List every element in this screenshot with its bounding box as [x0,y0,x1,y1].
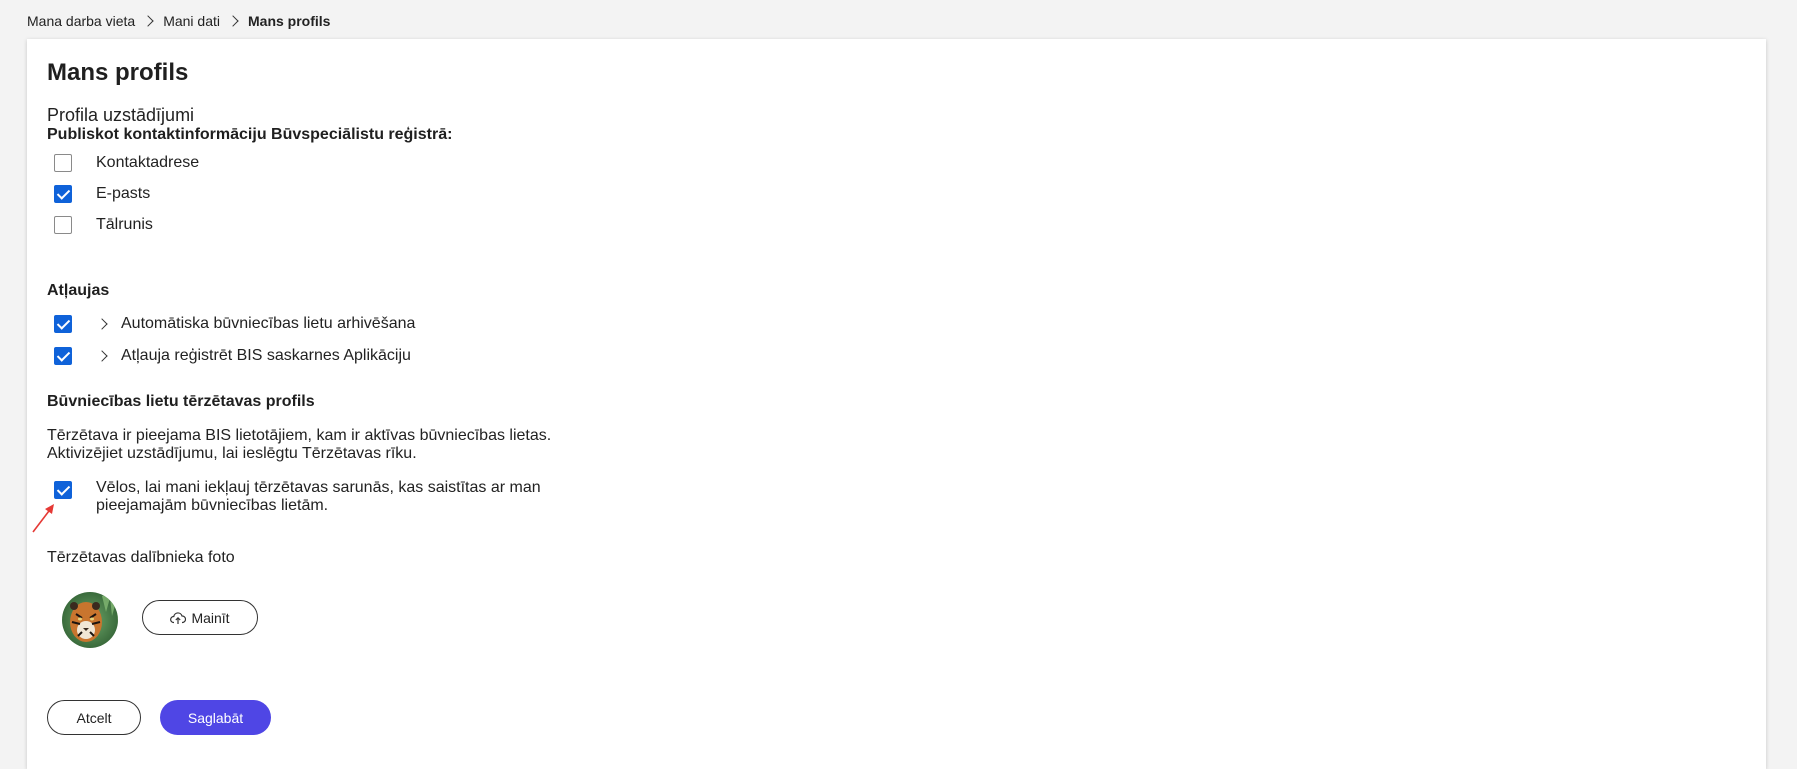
publish-section-heading: Publiskot kontaktinformāciju Būvspeciāli… [47,126,453,143]
chat-consent-label[interactable]: Vēlos, lai mani iekļauj tērzētavas sarun… [96,479,566,515]
breadcrumb-item-mana-darba-vieta[interactable]: Mana darba vieta [27,13,135,29]
contact-address-checkbox[interactable] [54,154,72,172]
chat-consent-row[interactable]: Vēlos, lai mani iekļauj tērzētavas sarun… [54,479,566,515]
red-arrow-icon [32,504,54,533]
breadcrumb: Mana darba vieta Mani dati Mans profils [27,10,330,32]
change-photo-label: Mainīt [191,609,230,626]
chevron-right-icon[interactable] [96,350,108,362]
archiving-checkbox[interactable] [54,315,72,333]
avatar [62,592,118,648]
bis-app-checkbox[interactable] [54,347,72,365]
permission-item-archiving[interactable]: Automātiska būvniecības lietu arhivēšana [54,315,415,333]
page-subtitle: Profila uzstādījumi [47,105,195,125]
bis-app-label[interactable]: Atļauja reģistrēt BIS saskarnes Aplikāci… [121,347,411,365]
contact-address-label[interactable]: Kontaktadrese [96,154,199,172]
publish-option-phone[interactable]: Tālrunis [54,216,153,234]
chat-consent-checkbox[interactable] [54,481,72,499]
phone-checkbox[interactable] [54,216,72,234]
page-title: Mans profils [47,59,189,86]
email-checkbox[interactable] [54,185,72,203]
cloud-upload-icon [170,611,187,624]
chat-info-line-1: Tērzētava ir pieejama BIS lietotājiem, k… [47,427,552,444]
save-button[interactable]: Saglabāt [160,700,271,735]
change-photo-button[interactable]: Mainīt [142,600,258,635]
phone-label[interactable]: Tālrunis [96,216,153,234]
chat-info-line-2: Aktivizējiet uzstādījumu, lai ieslēgtu T… [47,445,417,462]
cancel-button[interactable]: Atcelt [47,700,141,735]
chevron-right-icon [142,15,154,27]
publish-option-contact-address[interactable]: Kontaktadrese [54,154,199,172]
permission-item-bis-app[interactable]: Atļauja reģistrēt BIS saskarnes Aplikāci… [54,347,411,365]
chat-photo-label: Tērzētavas dalībnieka foto [47,549,235,566]
archiving-label[interactable]: Automātiska būvniecības lietu arhivēšana [121,315,415,333]
permissions-section-heading: Atļaujas [47,282,110,299]
publish-option-email[interactable]: E-pasts [54,185,150,203]
email-label[interactable]: E-pasts [96,185,150,203]
chevron-right-icon[interactable] [96,318,108,330]
profile-card: Mans profils Profila uzstādījumi Publisk… [27,39,1766,769]
chevron-right-icon [227,15,239,27]
breadcrumb-item-mans-profils: Mans profils [248,13,331,29]
chat-info-text: Tērzētava ir pieejama BIS lietotājiem, k… [47,427,551,463]
breadcrumb-item-mani-dati[interactable]: Mani dati [163,13,220,29]
chat-section-heading: Būvniecības lietu tērzētavas profils [47,393,315,410]
